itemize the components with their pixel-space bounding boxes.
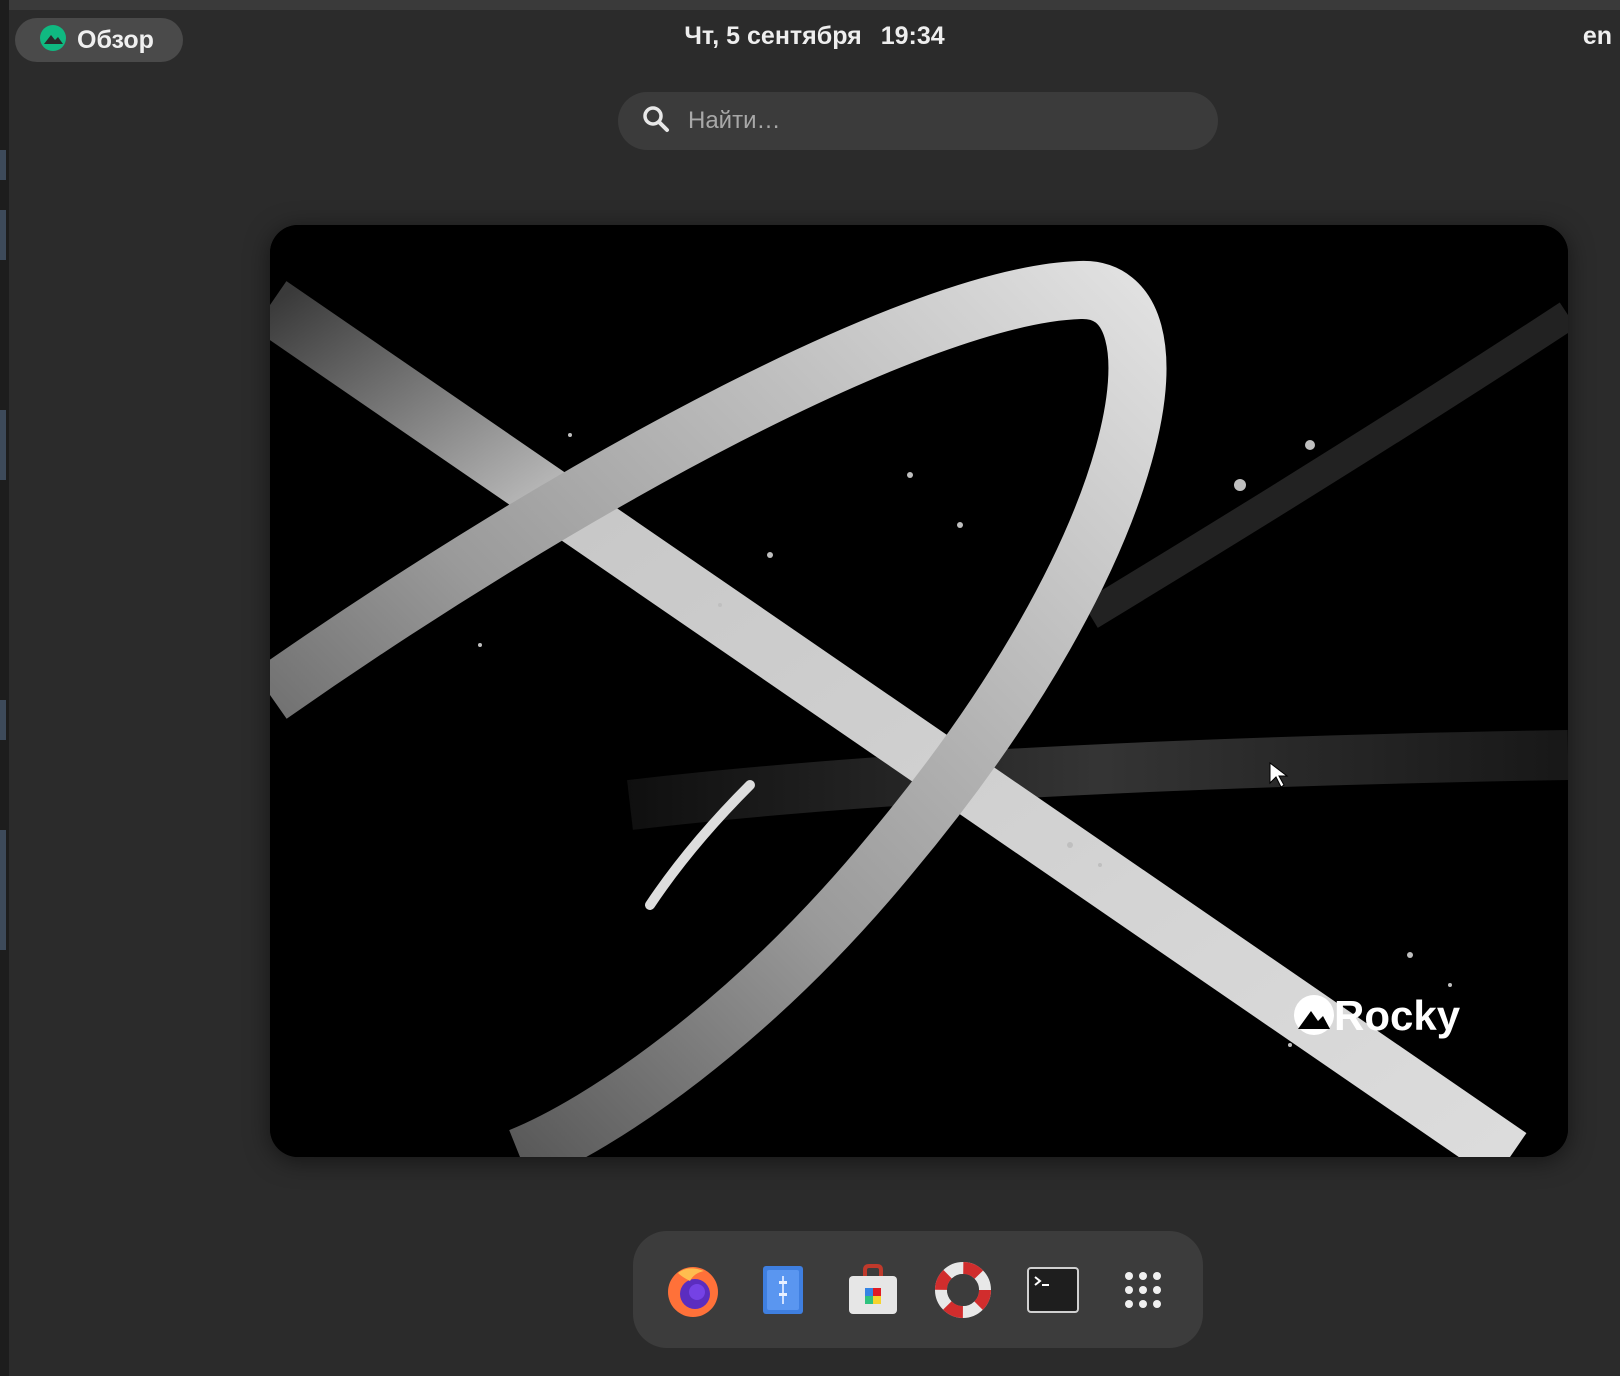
- left-screen-edge: [0, 0, 9, 1376]
- keyboard-layout-indicator[interactable]: en: [1583, 22, 1612, 51]
- search-icon: [642, 105, 670, 138]
- dash-app-software[interactable]: [843, 1260, 903, 1320]
- dash-app-firefox[interactable]: [663, 1260, 723, 1320]
- software-icon: [849, 1263, 897, 1314]
- dash-app-files[interactable]: [753, 1260, 813, 1320]
- firefox-icon: [668, 1266, 718, 1317]
- dash-app-terminal[interactable]: [1023, 1260, 1083, 1320]
- search-input[interactable]: [686, 106, 1170, 136]
- files-icon: [763, 1265, 803, 1314]
- clock[interactable]: Чт, 5 сентября 19:34: [9, 22, 1620, 51]
- wallpaper-logo-text: Rocky: [1334, 992, 1461, 1039]
- top-bar: Обзор Чт, 5 сентября 19:34 en: [9, 10, 1620, 70]
- search-bar[interactable]: [618, 92, 1218, 150]
- help-icon: [935, 1261, 991, 1318]
- clock-date: Чт, 5 сентября: [684, 22, 862, 50]
- show-applications-button[interactable]: [1113, 1260, 1173, 1320]
- dash: [633, 1231, 1203, 1348]
- clock-time: 19:34: [880, 22, 945, 50]
- workspace-thumbnail[interactable]: Rocky: [270, 225, 1568, 1157]
- dash-app-help[interactable]: [933, 1260, 993, 1320]
- app-grid-icon: [1125, 1271, 1161, 1308]
- terminal-icon: [1027, 1266, 1079, 1313]
- wallpaper: Rocky: [270, 225, 1568, 1157]
- rocky-wallpaper-logo: [1294, 995, 1334, 1035]
- window-top-strip: [0, 0, 1620, 10]
